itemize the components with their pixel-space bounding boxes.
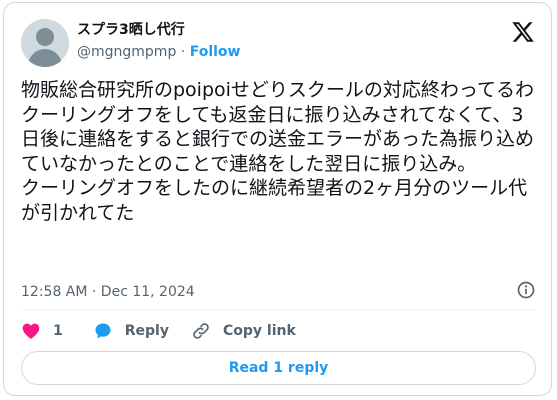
reply-button[interactable]: Reply [93,321,169,341]
copy-link-label: Copy link [222,323,296,339]
read-replies-label: Read 1 reply [228,360,329,376]
read-replies-button[interactable]: Read 1 reply [21,351,536,385]
timestamp[interactable]: 12:58 AM · Dec 11, 2024 [21,283,195,301]
tweet-header: スプラ3晒し代行 @mgngmpmp · Follow [21,16,536,67]
handle[interactable]: @mgngmpmp [77,44,176,60]
user-info: スプラ3晒し代行 @mgngmpmp · Follow [77,21,240,62]
handle-row: @mgngmpmp · Follow [77,43,240,62]
x-logo-icon[interactable] [511,20,535,44]
tweet-card: スプラ3晒し代行 @mgngmpmp · Follow 物販総合研究所のpoip… [3,2,552,396]
display-name[interactable]: スプラ3晒し代行 [77,21,240,40]
link-icon [193,323,209,339]
avatar[interactable] [21,19,69,67]
heart-icon [22,323,40,339]
like-count: 1 [53,323,63,339]
reply-label: Reply [124,323,169,339]
info-icon[interactable] [516,280,536,300]
action-bar: 1 Reply Copy link [21,319,296,343]
avatar-body-shape [28,49,62,67]
copy-link-button[interactable]: Copy link [191,321,296,341]
avatar-head-shape [36,28,54,46]
divider [21,309,536,310]
like-button[interactable]: 1 [21,321,63,341]
tweet-text: 物販総合研究所のpoipoiせどりスクールの対応終わってるわ クーリングオフをし… [21,79,535,224]
follow-button[interactable]: Follow [190,44,241,60]
speech-bubble-icon [95,323,111,339]
separator-dot: · [180,44,186,60]
